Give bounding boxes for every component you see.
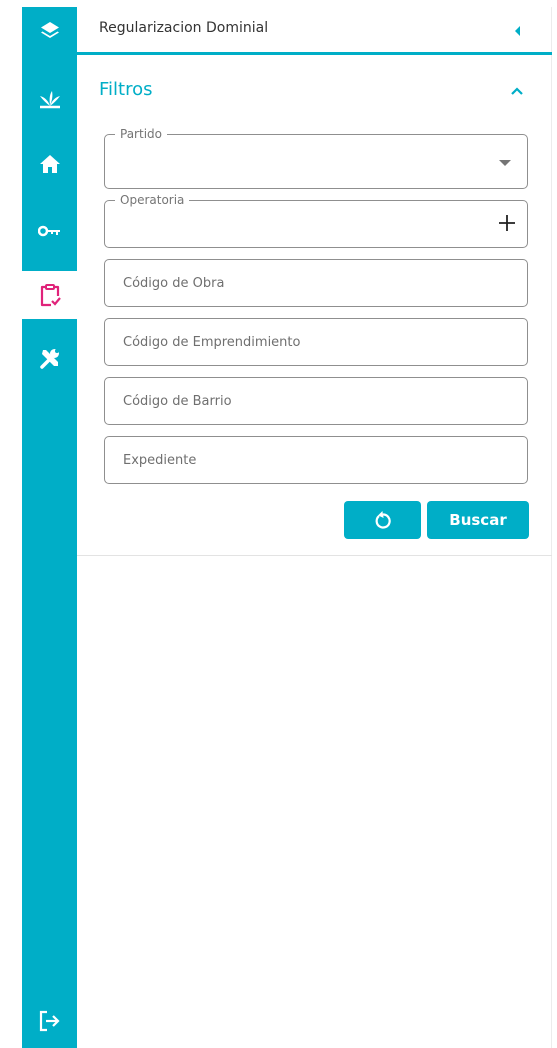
rail-item-key[interactable] <box>22 207 77 255</box>
rail-item-logout[interactable] <box>22 997 77 1045</box>
rail-item-clipboard[interactable] <box>22 271 77 319</box>
codigo-obra-placeholder: Código de Obra <box>123 275 225 291</box>
partido-label: Partido <box>115 126 167 142</box>
rail-item-home[interactable] <box>22 140 77 188</box>
plant-icon <box>39 91 60 109</box>
expediente-input[interactable]: Expediente <box>104 436 528 484</box>
home-icon <box>39 155 60 173</box>
layers-icon <box>40 22 59 38</box>
rail-item-tools[interactable] <box>22 334 77 382</box>
panel-title: Regularizacion Dominial <box>99 20 269 36</box>
codigo-obra-input[interactable]: Código de Obra <box>104 259 528 307</box>
codigo-barrio-placeholder: Código de Barrio <box>123 393 232 409</box>
icon-sidebar <box>22 7 77 1048</box>
caret-left-icon[interactable] <box>512 24 524 38</box>
tools-icon <box>39 349 59 369</box>
clipboard-check-icon <box>40 284 61 307</box>
codigo-emprendimiento-placeholder: Código de Emprendimiento <box>123 334 301 350</box>
panel-header: Regularizacion Dominial <box>77 7 552 55</box>
rail-item-layers[interactable] <box>22 7 77 55</box>
reset-button[interactable] <box>344 501 421 539</box>
search-button[interactable]: Buscar <box>427 501 529 539</box>
codigo-emprendimiento-input[interactable]: Código de Emprendimiento <box>104 318 528 366</box>
chevron-up-icon[interactable] <box>509 85 525 97</box>
expediente-placeholder: Expediente <box>123 452 197 468</box>
app-root: Regularizacion Dominial Filtros Partido … <box>0 0 557 1048</box>
filters-divider <box>77 555 552 556</box>
main-panel: Regularizacion Dominial Filtros Partido … <box>77 7 552 1048</box>
logout-icon <box>39 1010 60 1032</box>
plus-icon[interactable] <box>497 213 517 233</box>
key-icon <box>37 225 60 237</box>
rail-item-plant[interactable] <box>22 75 77 123</box>
operatoria-field[interactable]: Operatoria <box>104 192 528 248</box>
operatoria-label: Operatoria <box>115 192 190 208</box>
codigo-barrio-input[interactable]: Código de Barrio <box>104 377 528 425</box>
partido-select[interactable]: Partido <box>104 126 528 189</box>
reset-icon <box>375 511 391 529</box>
filters-title: Filtros <box>99 79 153 100</box>
dropdown-caret-icon <box>499 160 511 166</box>
